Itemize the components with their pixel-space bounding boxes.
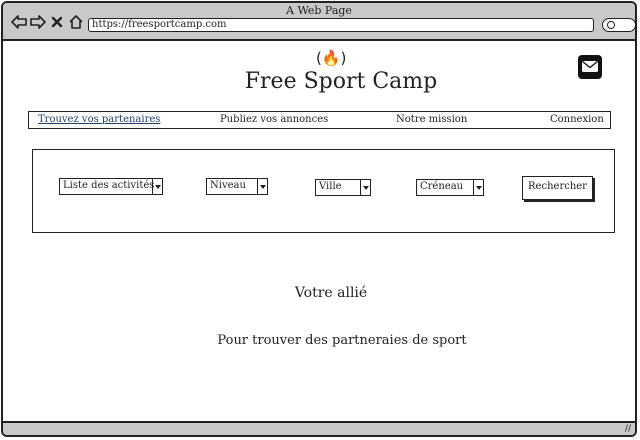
search-button[interactable]: Rechercher bbox=[522, 176, 593, 200]
slot-select[interactable]: Créneau bbox=[416, 179, 484, 196]
site-logo: (🔥) bbox=[316, 49, 347, 67]
nav-item-login[interactable]: Connexion bbox=[550, 114, 604, 125]
activity-select-value: Liste des activités bbox=[63, 180, 155, 191]
city-select-value: Ville bbox=[319, 181, 342, 192]
search-icon bbox=[607, 21, 615, 29]
page-content: (🔥) Free Sport Camp Trouvez vos partenai… bbox=[3, 41, 635, 425]
close-icon[interactable] bbox=[49, 14, 65, 30]
back-arrow-icon[interactable] bbox=[11, 14, 27, 30]
browser-nav-controls bbox=[11, 14, 84, 30]
browser-statusbar: // bbox=[3, 421, 635, 435]
level-select-value: Niveau bbox=[210, 180, 246, 191]
nav-item-mission[interactable]: Notre mission bbox=[396, 114, 467, 125]
activity-select[interactable]: Liste des activités bbox=[59, 178, 163, 195]
forward-arrow-icon[interactable] bbox=[30, 14, 46, 30]
nav-item-announcements[interactable]: Publiez vos annonces bbox=[220, 114, 328, 125]
page-title: Free Sport Camp bbox=[244, 69, 438, 94]
level-select[interactable]: Niveau bbox=[206, 178, 268, 195]
address-bar[interactable]: https://freesportcamp.com bbox=[88, 18, 594, 32]
nav-item-partners[interactable]: Trouvez vos partenaires bbox=[38, 114, 160, 125]
window-title: A Web Page bbox=[286, 4, 352, 17]
hero-tagline: Votre allié bbox=[294, 285, 368, 301]
chevron-down-icon bbox=[152, 179, 162, 194]
mail-button[interactable] bbox=[578, 55, 602, 79]
browser-window: A Web Page https://freesportcamp.com (🔥)… bbox=[1, 1, 637, 437]
chevron-down-icon bbox=[257, 179, 267, 194]
home-icon[interactable] bbox=[68, 14, 84, 30]
search-filter-panel: Liste des activités Niveau Ville Créneau… bbox=[32, 149, 615, 233]
resize-grip-icon[interactable]: // bbox=[625, 424, 631, 434]
slot-select-value: Créneau bbox=[420, 181, 464, 192]
chevron-down-icon bbox=[360, 180, 370, 195]
main-navigation: Trouvez vos partenaires Publiez vos anno… bbox=[28, 111, 611, 129]
chevron-down-icon bbox=[473, 180, 483, 195]
city-select[interactable]: Ville bbox=[315, 179, 371, 196]
browser-search-field[interactable] bbox=[602, 18, 635, 32]
browser-titlebar: A Web Page https://freesportcamp.com bbox=[3, 3, 635, 41]
hero-subline: Pour trouver des partneraies de sport bbox=[217, 333, 467, 348]
envelope-icon bbox=[582, 60, 598, 72]
